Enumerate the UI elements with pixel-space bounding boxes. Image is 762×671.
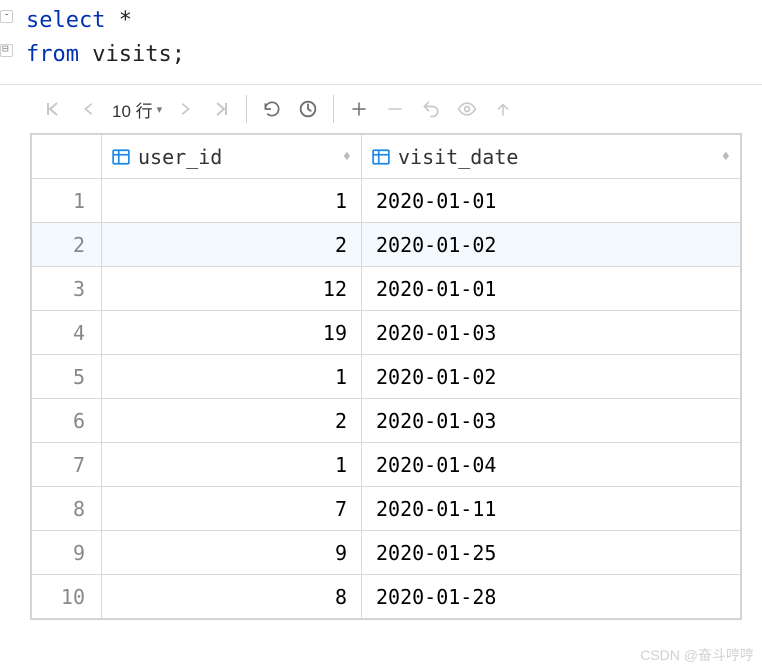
column-header-user-id[interactable]: user_id ♦ xyxy=(102,135,362,179)
page-size-selector[interactable]: 10 行 ▾ xyxy=(108,97,166,122)
cell-user-id[interactable]: 1 xyxy=(102,443,362,487)
reload-button[interactable] xyxy=(255,92,289,126)
code-line-2[interactable]: from visits; xyxy=(0,38,762,72)
result-grid: user_id ♦ visit_date ♦ 112020-01-0122202… xyxy=(30,133,742,620)
cell-user-id[interactable]: 1 xyxy=(102,355,362,399)
cell-user-id[interactable]: 2 xyxy=(102,223,362,267)
table-row[interactable]: 222020-01-02 xyxy=(32,223,741,267)
row-number-header[interactable] xyxy=(32,135,102,179)
prev-page-button[interactable] xyxy=(72,92,106,126)
row-number-cell[interactable]: 8 xyxy=(32,487,102,531)
page-size-label: 10 行 xyxy=(112,97,153,122)
column-header-visit-date[interactable]: visit_date ♦ xyxy=(362,135,741,179)
watermark: CSDN @奋斗哼哼 xyxy=(640,645,754,665)
cell-visit-date[interactable]: 2020-01-02 xyxy=(362,223,741,267)
cell-visit-date[interactable]: 2020-01-01 xyxy=(362,267,741,311)
cell-visit-date[interactable]: 2020-01-25 xyxy=(362,531,741,575)
table-row[interactable]: 992020-01-25 xyxy=(32,531,741,575)
table-name: visits; xyxy=(79,42,185,67)
delete-row-button[interactable] xyxy=(378,92,412,126)
sort-handle-icon[interactable]: ♦ xyxy=(343,149,351,165)
last-page-button[interactable] xyxy=(204,92,238,126)
table-row[interactable]: 622020-01-03 xyxy=(32,399,741,443)
cell-visit-date[interactable]: 2020-01-02 xyxy=(362,355,741,399)
fold-marker-icon[interactable] xyxy=(0,44,13,57)
row-number-cell[interactable]: 1 xyxy=(32,179,102,223)
column-label: visit_date xyxy=(398,145,518,169)
revert-button[interactable] xyxy=(414,92,448,126)
keyword-from: from xyxy=(26,42,79,67)
toolbar-separator xyxy=(333,95,334,123)
table-row[interactable]: 112020-01-01 xyxy=(32,179,741,223)
cell-visit-date[interactable]: 2020-01-11 xyxy=(362,487,741,531)
sort-handle-icon[interactable]: ♦ xyxy=(722,149,730,165)
row-number-cell[interactable]: 9 xyxy=(32,531,102,575)
row-number-cell[interactable]: 5 xyxy=(32,355,102,399)
table-row[interactable]: 512020-01-02 xyxy=(32,355,741,399)
next-page-button[interactable] xyxy=(168,92,202,126)
cell-visit-date[interactable]: 2020-01-28 xyxy=(362,575,741,619)
column-icon xyxy=(112,148,130,166)
fold-marker-icon[interactable] xyxy=(0,10,13,23)
table-row[interactable]: 3122020-01-01 xyxy=(32,267,741,311)
stop-query-button[interactable] xyxy=(291,92,325,126)
table-row[interactable]: 712020-01-04 xyxy=(32,443,741,487)
row-number-cell[interactable]: 10 xyxy=(32,575,102,619)
sql-editor[interactable]: select * from visits; xyxy=(0,0,762,85)
cell-visit-date[interactable]: 2020-01-04 xyxy=(362,443,741,487)
row-number-cell[interactable]: 3 xyxy=(32,267,102,311)
row-number-cell[interactable]: 7 xyxy=(32,443,102,487)
preview-button[interactable] xyxy=(450,92,484,126)
cell-user-id[interactable]: 8 xyxy=(102,575,362,619)
row-number-cell[interactable]: 6 xyxy=(32,399,102,443)
select-star: * xyxy=(105,8,132,33)
cell-visit-date[interactable]: 2020-01-03 xyxy=(362,399,741,443)
result-table: user_id ♦ visit_date ♦ 112020-01-0122202… xyxy=(31,134,741,619)
cell-user-id[interactable]: 1 xyxy=(102,179,362,223)
cell-user-id[interactable]: 12 xyxy=(102,267,362,311)
cell-user-id[interactable]: 2 xyxy=(102,399,362,443)
table-row[interactable]: 872020-01-11 xyxy=(32,487,741,531)
result-toolbar: 10 行 ▾ xyxy=(30,85,762,133)
row-number-cell[interactable]: 2 xyxy=(32,223,102,267)
column-label: user_id xyxy=(138,145,222,169)
cell-visit-date[interactable]: 2020-01-03 xyxy=(362,311,741,355)
cell-user-id[interactable]: 7 xyxy=(102,487,362,531)
cell-visit-date[interactable]: 2020-01-01 xyxy=(362,179,741,223)
keyword-select: select xyxy=(26,8,105,33)
commit-button[interactable] xyxy=(486,92,520,126)
cell-user-id[interactable]: 19 xyxy=(102,311,362,355)
add-row-button[interactable] xyxy=(342,92,376,126)
column-icon xyxy=(372,148,390,166)
chevron-down-icon: ▾ xyxy=(157,103,163,116)
table-row[interactable]: 4192020-01-03 xyxy=(32,311,741,355)
toolbar-separator xyxy=(246,95,247,123)
cell-user-id[interactable]: 9 xyxy=(102,531,362,575)
table-row[interactable]: 1082020-01-28 xyxy=(32,575,741,619)
row-number-cell[interactable]: 4 xyxy=(32,311,102,355)
code-line-1[interactable]: select * xyxy=(0,4,762,38)
first-page-button[interactable] xyxy=(36,92,70,126)
